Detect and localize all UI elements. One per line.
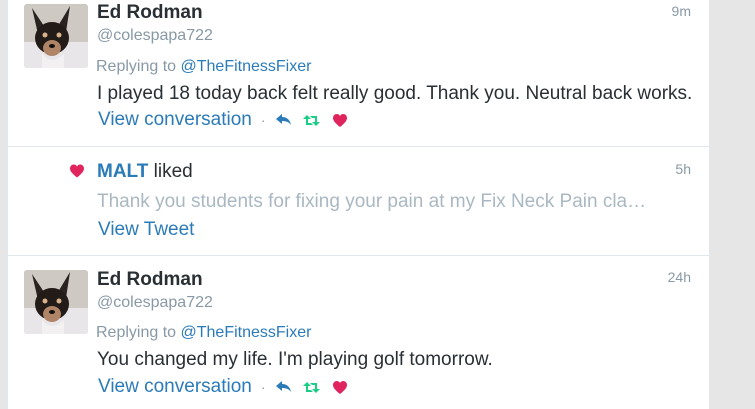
separator-dot: · (260, 112, 266, 128)
author-name[interactable]: Ed Rodman (97, 269, 203, 291)
heart-icon[interactable] (331, 378, 349, 396)
tweet-actions: View conversation · (98, 109, 359, 131)
liked-tweet-text[interactable]: Thank you students for fixing your pain … (97, 191, 646, 213)
tweet-item[interactable]: Ed Rodman @colespapa722 24h Replying to … (8, 256, 709, 409)
view-conversation-link[interactable]: View conversation (98, 376, 252, 398)
view-tweet-link[interactable]: View Tweet (98, 219, 194, 241)
timestamp[interactable]: 5h (675, 161, 691, 177)
like-summary: MALT liked (97, 161, 193, 183)
reply-icon[interactable] (275, 111, 293, 129)
retweet-icon[interactable] (303, 111, 321, 129)
replying-to-link[interactable]: @TheFitnessFixer (181, 324, 312, 341)
heart-icon[interactable] (331, 111, 349, 129)
avatar[interactable] (24, 4, 88, 68)
tweet-text: You changed my life. I'm playing golf to… (97, 349, 493, 370)
tweet-text: I played 18 today back felt really good.… (97, 83, 693, 104)
separator-dot: · (260, 379, 266, 395)
like-notification[interactable]: MALT liked 5h Thank you students for fix… (8, 147, 709, 256)
avatar[interactable] (24, 270, 88, 334)
replying-to-label: Replying to (96, 58, 177, 75)
heart-icon (70, 164, 84, 178)
author-name[interactable]: Ed Rodman (97, 2, 203, 24)
replying-to: Replying to @TheFitnessFixer (96, 324, 311, 342)
timestamp[interactable]: 9m (672, 3, 691, 19)
timestamp[interactable]: 24h (668, 269, 691, 285)
replying-to: Replying to @TheFitnessFixer (96, 58, 311, 76)
tweet-item[interactable]: Ed Rodman @colespapa722 9m Replying to @… (8, 0, 709, 147)
liker-name[interactable]: MALT (97, 161, 148, 182)
tweet-actions: View conversation · (98, 376, 359, 398)
view-conversation-link[interactable]: View conversation (98, 109, 252, 131)
reply-icon[interactable] (275, 378, 293, 396)
notifications-feed: Ed Rodman @colespapa722 9m Replying to @… (7, 0, 710, 409)
replying-to-label: Replying to (96, 324, 177, 341)
author-handle[interactable]: @colespapa722 (97, 294, 213, 312)
replying-to-link[interactable]: @TheFitnessFixer (181, 58, 312, 75)
author-handle[interactable]: @colespapa722 (97, 27, 213, 45)
like-action-label: liked (153, 161, 193, 182)
retweet-icon[interactable] (303, 378, 321, 396)
